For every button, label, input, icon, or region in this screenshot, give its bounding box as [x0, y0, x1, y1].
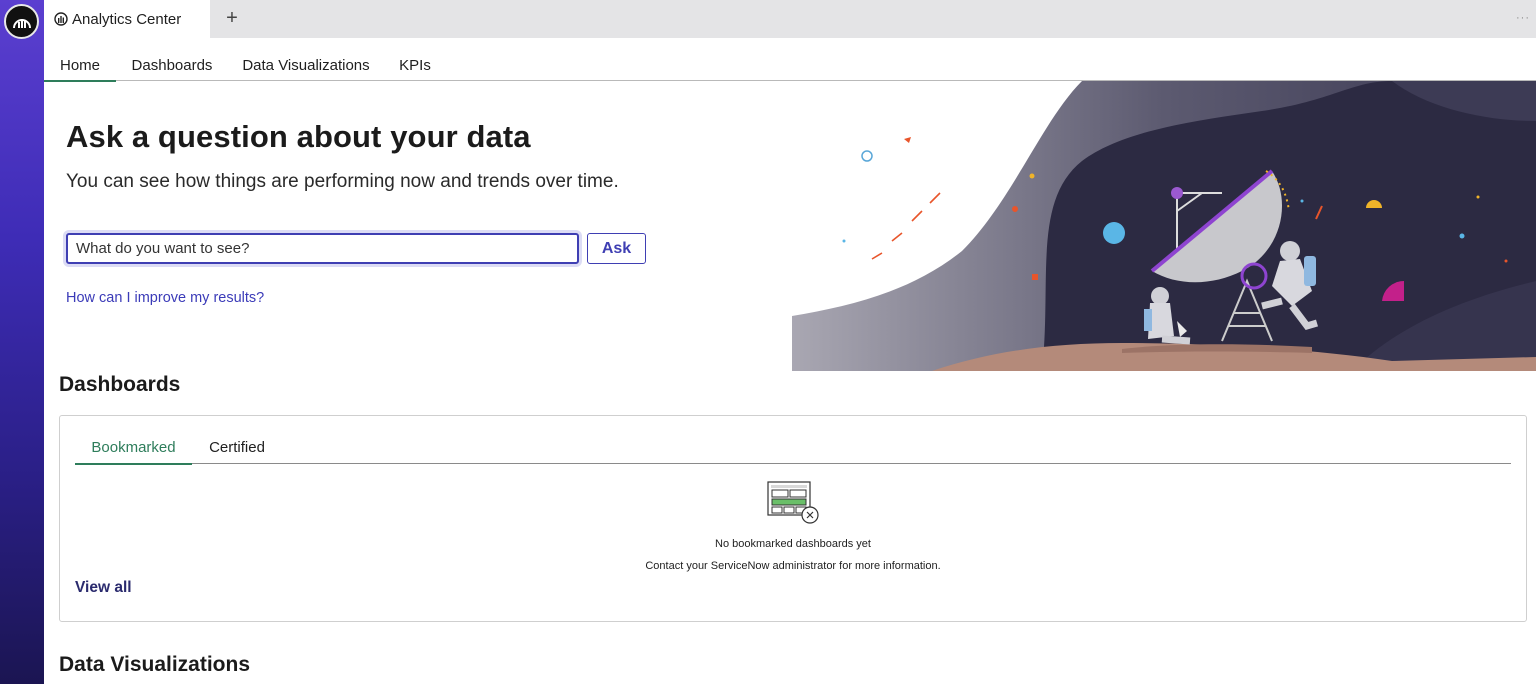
ask-button[interactable]: Ask — [587, 233, 646, 264]
app-logo-icon[interactable] — [4, 4, 39, 39]
tab-data-visualizations[interactable]: Data Visualizations — [234, 38, 378, 81]
dashboards-heading: Dashboards — [59, 373, 181, 396]
improve-results-link[interactable]: How can I improve my results? — [66, 290, 264, 306]
tab-bookmarked[interactable]: Bookmarked — [75, 436, 192, 465]
empty-dashboard-icon — [767, 481, 819, 524]
dashboards-card-tabs: Bookmarked Certified — [75, 436, 1511, 465]
app-tab-analytics-center[interactable]: Analytics Center — [44, 0, 210, 38]
data-visualizations-heading: Data Visualizations — [59, 653, 251, 676]
app-tab-label: Analytics Center — [72, 10, 182, 28]
space-telescope-illustration — [792, 81, 1536, 371]
question-search-input[interactable] — [66, 233, 579, 264]
empty-state-title: No bookmarked dashboards yet — [715, 538, 871, 550]
view-all-link[interactable]: View all — [75, 579, 132, 597]
main-nav-tabs: Home Dashboards Data Visualizations KPIs — [44, 38, 1536, 82]
tab-dashboards[interactable]: Dashboards — [123, 38, 221, 81]
page-title: Ask a question about your data — [66, 119, 531, 154]
tab-kpis[interactable]: KPIs — [390, 38, 440, 81]
page-subtitle: You can see how things are performing no… — [66, 171, 619, 192]
dashboards-card: Bookmarked Certified No bookmarked dashb… — [59, 415, 1527, 622]
tab-certified[interactable]: Certified — [199, 436, 275, 464]
more-options-icon[interactable]: ··· — [1516, 12, 1530, 24]
analytics-gauge-icon — [54, 12, 68, 26]
browser-tab-strip: Analytics Center + ··· — [44, 0, 1536, 38]
new-tab-button[interactable]: + — [220, 6, 244, 30]
left-rail — [0, 0, 44, 684]
tab-home[interactable]: Home — [44, 38, 116, 82]
empty-state-message: Contact your ServiceNow administrator fo… — [645, 560, 941, 572]
